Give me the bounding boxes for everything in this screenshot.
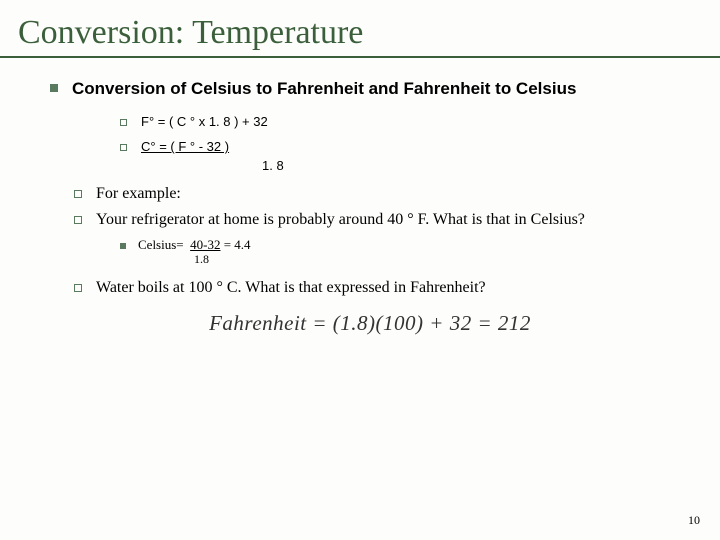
boil-question: Water boils at 100 ° C. What is that exp… xyxy=(96,279,486,297)
example-label-row: For example: xyxy=(74,185,690,203)
slide-body: Conversion of Celsius to Fahrenheit and … xyxy=(0,58,720,336)
example-label: For example: xyxy=(96,185,181,203)
bullet-hollow-icon xyxy=(74,190,82,198)
fridge-question-row: Your refrigerator at home is probably ar… xyxy=(74,211,690,229)
bullet-hollow-icon xyxy=(120,119,127,126)
bullet-hollow-icon xyxy=(74,284,82,292)
bullet-hollow-icon xyxy=(74,216,82,224)
fridge-calc-result: = 4.4 xyxy=(220,237,250,252)
fahrenheit-equation: Fahrenheit = (1.8)(100) + 32 = 212 xyxy=(50,311,690,336)
main-heading: Conversion of Celsius to Fahrenheit and … xyxy=(72,78,576,100)
boil-question-row: Water boils at 100 ° C. What is that exp… xyxy=(74,279,690,297)
main-heading-row: Conversion of Celsius to Fahrenheit and … xyxy=(50,78,690,100)
fridge-calc-row: Celsius= 40-32 = 4.4 xyxy=(120,237,690,253)
page-number: 10 xyxy=(688,513,700,528)
bullet-hollow-icon xyxy=(120,144,127,151)
bullet-square-icon xyxy=(120,243,126,249)
bullet-square-icon xyxy=(50,84,58,92)
formula-f: F° = ( C ° x 1. 8 ) + 32 xyxy=(120,114,690,129)
formula-f-text: F° = ( C ° x 1. 8 ) + 32 xyxy=(141,114,268,129)
formula-c-numerator: C° = ( F ° - 32 ) xyxy=(141,139,229,154)
slide-title: Conversion: Temperature xyxy=(0,0,720,58)
fridge-calc-denominator: 1.8 xyxy=(194,252,690,267)
fridge-calc-label: Celsius= xyxy=(138,237,184,252)
formula-c: C° = ( F ° - 32 ) xyxy=(120,139,690,154)
fridge-calc-numerator: 40-32 xyxy=(190,237,220,252)
formula-c-denominator: 1. 8 xyxy=(262,158,690,173)
formula-block: F° = ( C ° x 1. 8 ) + 32 C° = ( F ° - 32… xyxy=(120,114,690,173)
fridge-question: Your refrigerator at home is probably ar… xyxy=(96,211,585,229)
